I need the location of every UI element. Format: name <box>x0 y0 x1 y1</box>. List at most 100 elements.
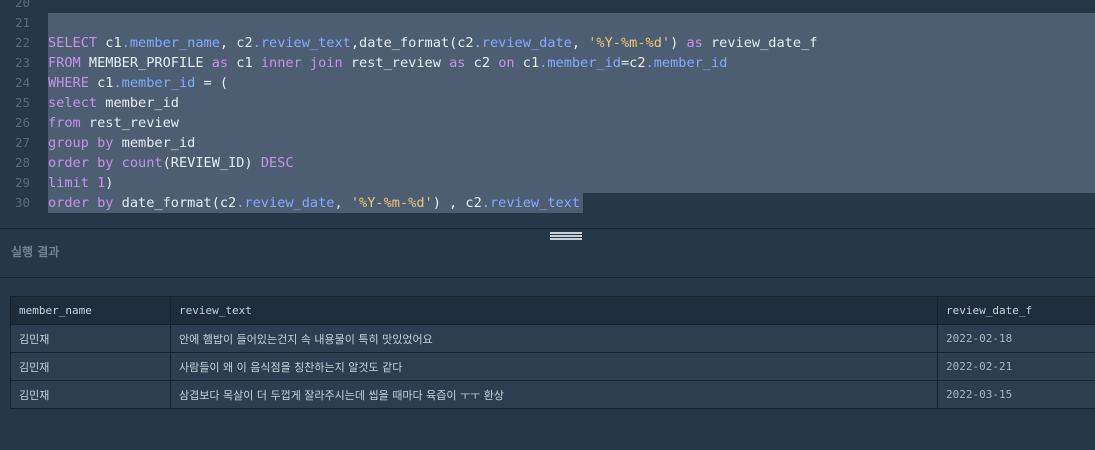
code-token: as <box>211 55 229 71</box>
code-text: order by date_format(c2.review_date, '%Y… <box>48 193 580 213</box>
line-number: 22 <box>14 35 30 50</box>
code-line[interactable]: 24 WHERE c1.member_id = ( <box>0 73 1095 93</box>
code-token: ,date_format(c2 <box>350 35 474 51</box>
code-token: .member_id <box>113 75 196 91</box>
code-token: limit <box>48 175 89 191</box>
code-line[interactable]: 28 order by count(REVIEW_ID) DESC <box>0 153 1095 173</box>
code-text: group by member_id <box>48 133 195 153</box>
cell-review-text: 삼겹보다 목살이 더 두껍게 잘라주시는데 씹을 때마다 육즙이 ㅜㅜ 환상 <box>170 380 938 409</box>
code-token: order by <box>48 195 114 211</box>
code-token: =c2 <box>620 55 646 71</box>
code-token: c1 <box>97 35 122 51</box>
cell-review-date: 2022-02-18 <box>937 324 1095 353</box>
code-token: select <box>48 95 98 111</box>
code-token: MEMBER_PROFILE <box>80 55 212 71</box>
code-token: c2 <box>465 55 499 71</box>
code-text: WHERE c1.member_id = ( <box>48 73 228 93</box>
selection-highlight <box>48 113 1095 133</box>
code-token: , <box>334 195 351 211</box>
table-row: 김민재 삼겹보다 목살이 더 두껍게 잘라주시는데 씹을 때마다 육즙이 ㅜㅜ … <box>10 380 1095 409</box>
line-number: 23 <box>14 55 30 70</box>
code-line[interactable]: 27 group by member_id <box>0 133 1095 153</box>
table-header-row: member_name review_text review_date_f <box>10 296 1095 325</box>
code-line[interactable]: 20 <box>0 0 1095 13</box>
code-token: (REVIEW_ID) <box>162 155 261 171</box>
code-token: c1 <box>88 75 114 91</box>
resize-handle-icon[interactable] <box>550 232 582 241</box>
result-table: member_name review_text review_date_f 김민… <box>10 296 1095 409</box>
code-line[interactable]: 21 <box>0 13 1095 33</box>
table-row: 김민재 안에 햄밥이 들어있는건지 속 내용물이 특히 맛있었어요 2022-0… <box>10 324 1095 353</box>
code-token: group by <box>48 135 114 151</box>
code-token: member_id <box>113 135 196 151</box>
code-line[interactable]: 26 from rest_review <box>0 113 1095 133</box>
cell-member-name: 김민재 <box>10 324 171 353</box>
code-token: count <box>121 155 163 171</box>
code-token: review_date_f <box>702 35 818 51</box>
sql-runner: 20 21 22 SELECT c1.member_name, c2.review_t… <box>0 0 1095 450</box>
code-token: SELECT <box>48 35 98 51</box>
code-text: from rest_review <box>48 113 179 133</box>
code-token: date_format(c2 <box>113 195 237 211</box>
code-token: inner join <box>260 55 343 71</box>
code-text: select member_id <box>48 93 179 113</box>
cell-review-date: 2022-02-21 <box>937 352 1095 381</box>
code-token: .review_text <box>481 195 581 211</box>
code-token: , c2 <box>219 35 253 51</box>
code-token: rest_review <box>342 55 450 71</box>
code-line[interactable]: 23 FROM MEMBER_PROFILE as c1 inner join r… <box>0 53 1095 73</box>
code-token: ) , c2 <box>432 195 482 211</box>
code-line[interactable]: 25 select member_id <box>0 93 1095 113</box>
code-token: , <box>571 35 589 51</box>
code-line[interactable]: 30 order by date_format(c2.review_date, '… <box>0 193 1095 213</box>
code-token: DESC <box>260 155 294 171</box>
code-token: .member_id <box>645 55 728 71</box>
code-token: as <box>686 35 703 51</box>
line-number: 26 <box>14 115 30 130</box>
line-number: 20 <box>14 0 30 10</box>
code-token: .member_name <box>121 35 220 51</box>
cell-review-text: 사람들이 왜 이 음식점을 칭찬하는지 알것도 같다 <box>170 352 938 381</box>
code-token: = ( <box>195 75 229 91</box>
line-number: 21 <box>14 15 30 30</box>
code-text: limit 1) <box>48 173 113 193</box>
code-token: rest_review <box>80 115 179 131</box>
code-text: order by count(REVIEW_ID) DESC <box>48 153 294 173</box>
code-token: ) <box>105 175 114 191</box>
code-token: .review_date <box>236 195 335 211</box>
code-token: member_id <box>97 95 179 111</box>
code-text: SELECT c1.member_name, c2.review_text,da… <box>48 33 817 53</box>
line-number: 25 <box>14 95 30 110</box>
code-text: FROM MEMBER_PROFILE as c1 inner join res… <box>48 53 727 73</box>
code-token: WHERE <box>48 75 89 91</box>
cell-member-name: 김민재 <box>10 380 171 409</box>
code-line[interactable]: 22 SELECT c1.member_name, c2.review_text,… <box>0 33 1095 53</box>
code-token: ) <box>670 35 687 51</box>
panel-splitter <box>0 228 1095 229</box>
column-header-member-name: member_name <box>10 296 171 325</box>
code-token: '%Y-%m-%d' <box>350 195 433 211</box>
code-token: .member_id <box>539 55 621 71</box>
selection-highlight <box>48 93 1095 113</box>
code-editor[interactable]: 20 21 22 SELECT c1.member_name, c2.review_t… <box>0 0 1095 229</box>
line-number: 27 <box>14 135 30 150</box>
code-token: order by <box>48 155 114 171</box>
result-title: 실행 결과 <box>11 245 60 259</box>
selection-highlight <box>48 133 1095 153</box>
cell-review-text: 안에 햄밥이 들어있는건지 속 내용물이 특히 맛있었어요 <box>170 324 938 353</box>
code-token: .review_text <box>252 35 351 51</box>
line-number: 29 <box>14 175 30 190</box>
code-token: c1 <box>228 55 261 71</box>
code-token: from <box>48 115 81 131</box>
code-line[interactable]: 29 limit 1) <box>0 173 1095 193</box>
code-token: '%Y-%m-%d' <box>588 35 671 51</box>
column-header-review-date: review_date_f <box>937 296 1095 325</box>
line-number: 24 <box>14 75 30 90</box>
selection-highlight <box>48 13 1095 33</box>
line-number: 30 <box>14 195 30 210</box>
cell-review-date: 2022-03-15 <box>937 380 1095 409</box>
result-divider <box>0 277 1095 278</box>
selection-highlight <box>48 173 1095 193</box>
